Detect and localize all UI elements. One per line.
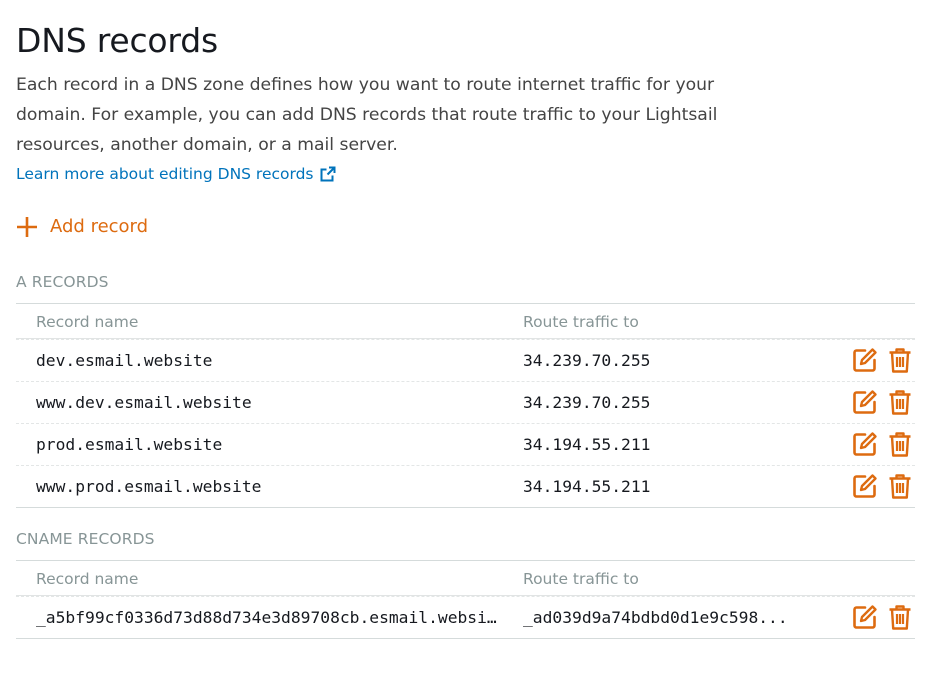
column-header-record-name: Record name: [36, 313, 139, 331]
edit-record-button[interactable]: [851, 388, 878, 416]
external-link-icon: [320, 166, 336, 182]
learn-more-link[interactable]: Learn more about editing DNS records: [16, 161, 336, 187]
edit-record-button[interactable]: [851, 603, 878, 631]
record-route: 34.239.70.255: [523, 351, 651, 370]
edit-icon: [851, 389, 878, 416]
table-header: Record name Route traffic to: [16, 304, 915, 339]
plus-icon: [16, 216, 38, 238]
table-row: dev.esmail.website 34.239.70.255: [16, 339, 915, 381]
column-header-route-traffic: Route traffic to: [523, 570, 639, 588]
page-description: Each record in a DNS zone defines how yo…: [16, 75, 718, 155]
edit-record-button[interactable]: [851, 430, 878, 458]
learn-more-label: Learn more about editing DNS records: [16, 165, 314, 183]
row-actions: [851, 388, 913, 416]
trash-icon: [888, 473, 912, 500]
record-name: dev.esmail.website: [36, 351, 213, 370]
edit-icon: [851, 473, 878, 500]
cname-records-table: Record name Route traffic to _a5bf99cf03…: [16, 560, 915, 639]
page-title: DNS records: [16, 21, 218, 60]
edit-record-button[interactable]: [851, 346, 878, 374]
add-record-button[interactable]: Add record: [16, 212, 148, 242]
row-actions: [851, 430, 913, 458]
a-records-section-label: A RECORDS: [16, 273, 109, 291]
row-actions: [851, 346, 913, 374]
table-header: Record name Route traffic to: [16, 561, 915, 596]
edit-icon: [851, 431, 878, 458]
column-header-route-traffic: Route traffic to: [523, 313, 639, 331]
edit-icon: [851, 604, 878, 631]
table-row: www.prod.esmail.website 34.194.55.211: [16, 465, 915, 507]
delete-record-button[interactable]: [886, 388, 913, 416]
table-row: _a5bf99cf0336d73d88d734e3d89708cb.esmail…: [16, 596, 915, 638]
cname-records-section-label: CNAME RECORDS: [16, 530, 155, 548]
record-route: 34.239.70.255: [523, 393, 651, 412]
delete-record-button[interactable]: [886, 603, 913, 631]
trash-icon: [888, 389, 912, 416]
a-records-table: Record name Route traffic to dev.esmail.…: [16, 303, 915, 508]
record-route: 34.194.55.211: [523, 477, 651, 496]
record-name: prod.esmail.website: [36, 435, 223, 454]
trash-icon: [888, 431, 912, 458]
table-row: prod.esmail.website 34.194.55.211: [16, 423, 915, 465]
row-actions: [851, 603, 913, 631]
delete-record-button[interactable]: [886, 430, 913, 458]
trash-icon: [888, 347, 912, 374]
table-row: www.dev.esmail.website 34.239.70.255: [16, 381, 915, 423]
edit-record-button[interactable]: [851, 472, 878, 500]
delete-record-button[interactable]: [886, 346, 913, 374]
column-header-record-name: Record name: [36, 570, 139, 588]
add-record-label: Add record: [50, 216, 149, 237]
delete-record-button[interactable]: [886, 472, 913, 500]
edit-icon: [851, 347, 878, 374]
record-route: 34.194.55.211: [523, 435, 651, 454]
record-name: _a5bf99cf0336d73d88d734e3d89708cb.esmail…: [36, 608, 502, 627]
row-actions: [851, 472, 913, 500]
record-route: _ad039d9a74bdbd0d1e9c598...: [523, 608, 788, 627]
record-name: www.prod.esmail.website: [36, 477, 262, 496]
trash-icon: [888, 604, 912, 631]
record-name: www.dev.esmail.website: [36, 393, 252, 412]
